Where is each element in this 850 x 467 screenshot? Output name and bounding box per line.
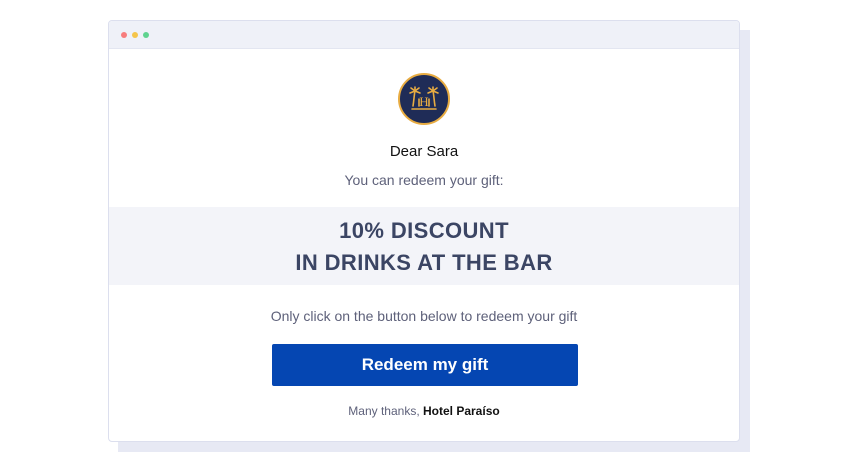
signature-line: Many thanks, Hotel Paraíso: [109, 404, 739, 418]
close-window-dot[interactable]: [121, 32, 127, 38]
minimize-window-dot[interactable]: [132, 32, 138, 38]
hotel-logo: H: [398, 73, 450, 125]
window-titlebar: [109, 21, 739, 49]
palm-tree-hotel-logo-icon: H: [409, 86, 439, 110]
offer-line-1: 10% DISCOUNT: [339, 218, 509, 243]
redeem-gift-button[interactable]: Redeem my gift: [272, 344, 578, 386]
gift-intro-text: You can redeem your gift:: [344, 172, 504, 188]
thanks-prefix: Many thanks,: [348, 404, 423, 418]
greeting-text: Dear Sara: [389, 143, 459, 160]
offer-line-2: IN DRINKS AT THE BAR: [295, 250, 553, 275]
redeem-instruction-text: Only click on the button below to redeem…: [270, 308, 578, 324]
email-window: H Dear Sara You can redeem your gift: 10…: [108, 20, 740, 442]
svg-text:H: H: [419, 94, 428, 109]
hotel-name: Hotel Paraíso: [423, 404, 500, 418]
email-preview-stage: H Dear Sara You can redeem your gift: 10…: [0, 0, 850, 467]
maximize-window-dot[interactable]: [143, 32, 149, 38]
